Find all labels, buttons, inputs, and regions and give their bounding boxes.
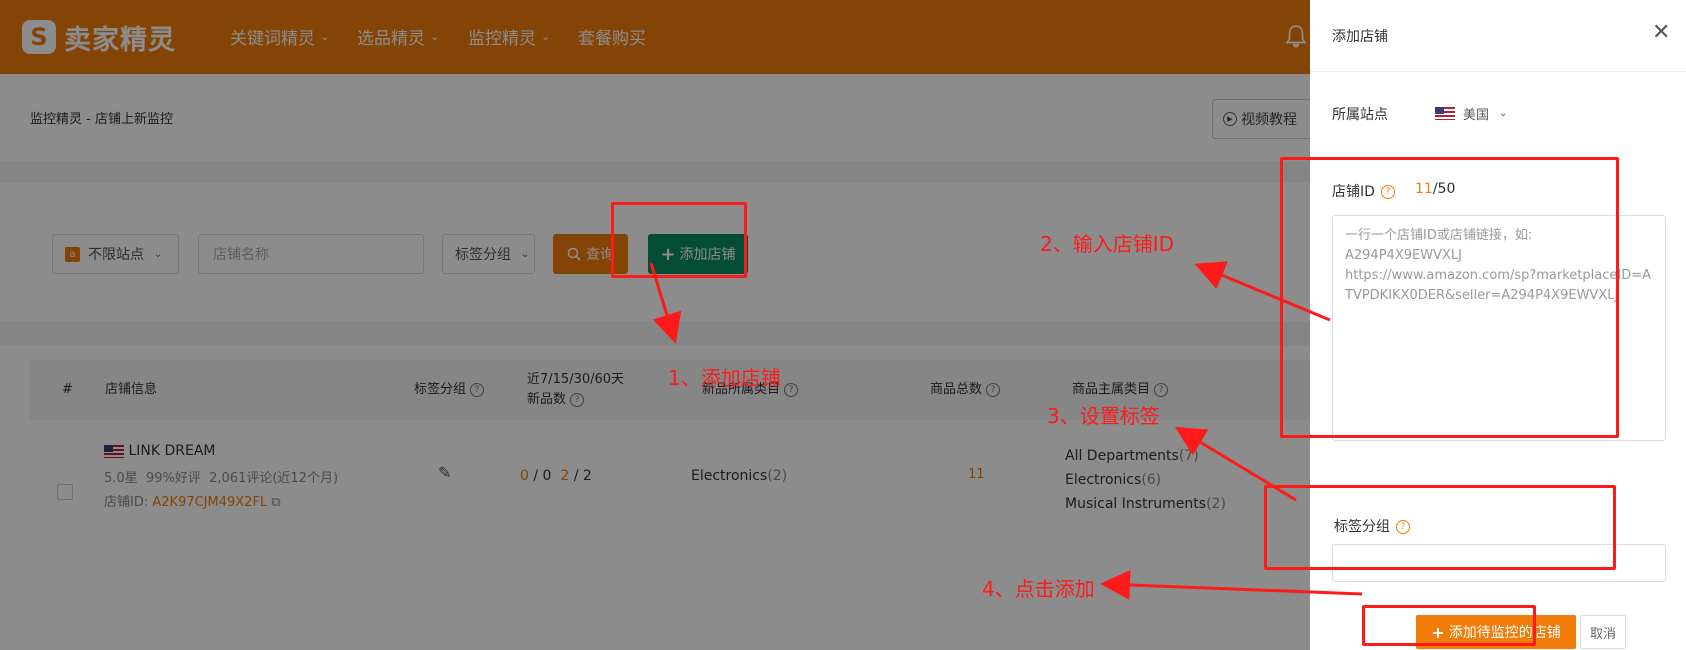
site-select[interactable]: 美国 ⌄	[1435, 104, 1507, 123]
chevron-down-icon: ⌄	[1499, 108, 1508, 119]
site-label: 所属站点	[1332, 107, 1388, 123]
annotation-step1: 1、添加店铺	[668, 366, 781, 390]
cancel-button[interactable]: 取消	[1580, 615, 1626, 649]
annotation-box-tag	[1264, 485, 1616, 570]
us-flag-icon	[1435, 107, 1455, 120]
drawer-title: 添加店铺	[1332, 29, 1388, 45]
annotation-box-add-store	[611, 202, 747, 278]
modal-overlay[interactable]	[0, 0, 1310, 650]
annotation-box-store-id	[1280, 157, 1619, 438]
close-icon[interactable]: ✕	[1652, 20, 1670, 45]
site-value: 美国	[1463, 108, 1490, 123]
drawer-divider	[1310, 71, 1686, 72]
annotation-step4: 4、点击添加	[982, 577, 1095, 601]
annotation-step3: 3、设置标签	[1047, 404, 1160, 428]
annotation-box-submit	[1362, 605, 1536, 646]
annotation-step2: 2、输入店铺ID	[1040, 232, 1175, 256]
